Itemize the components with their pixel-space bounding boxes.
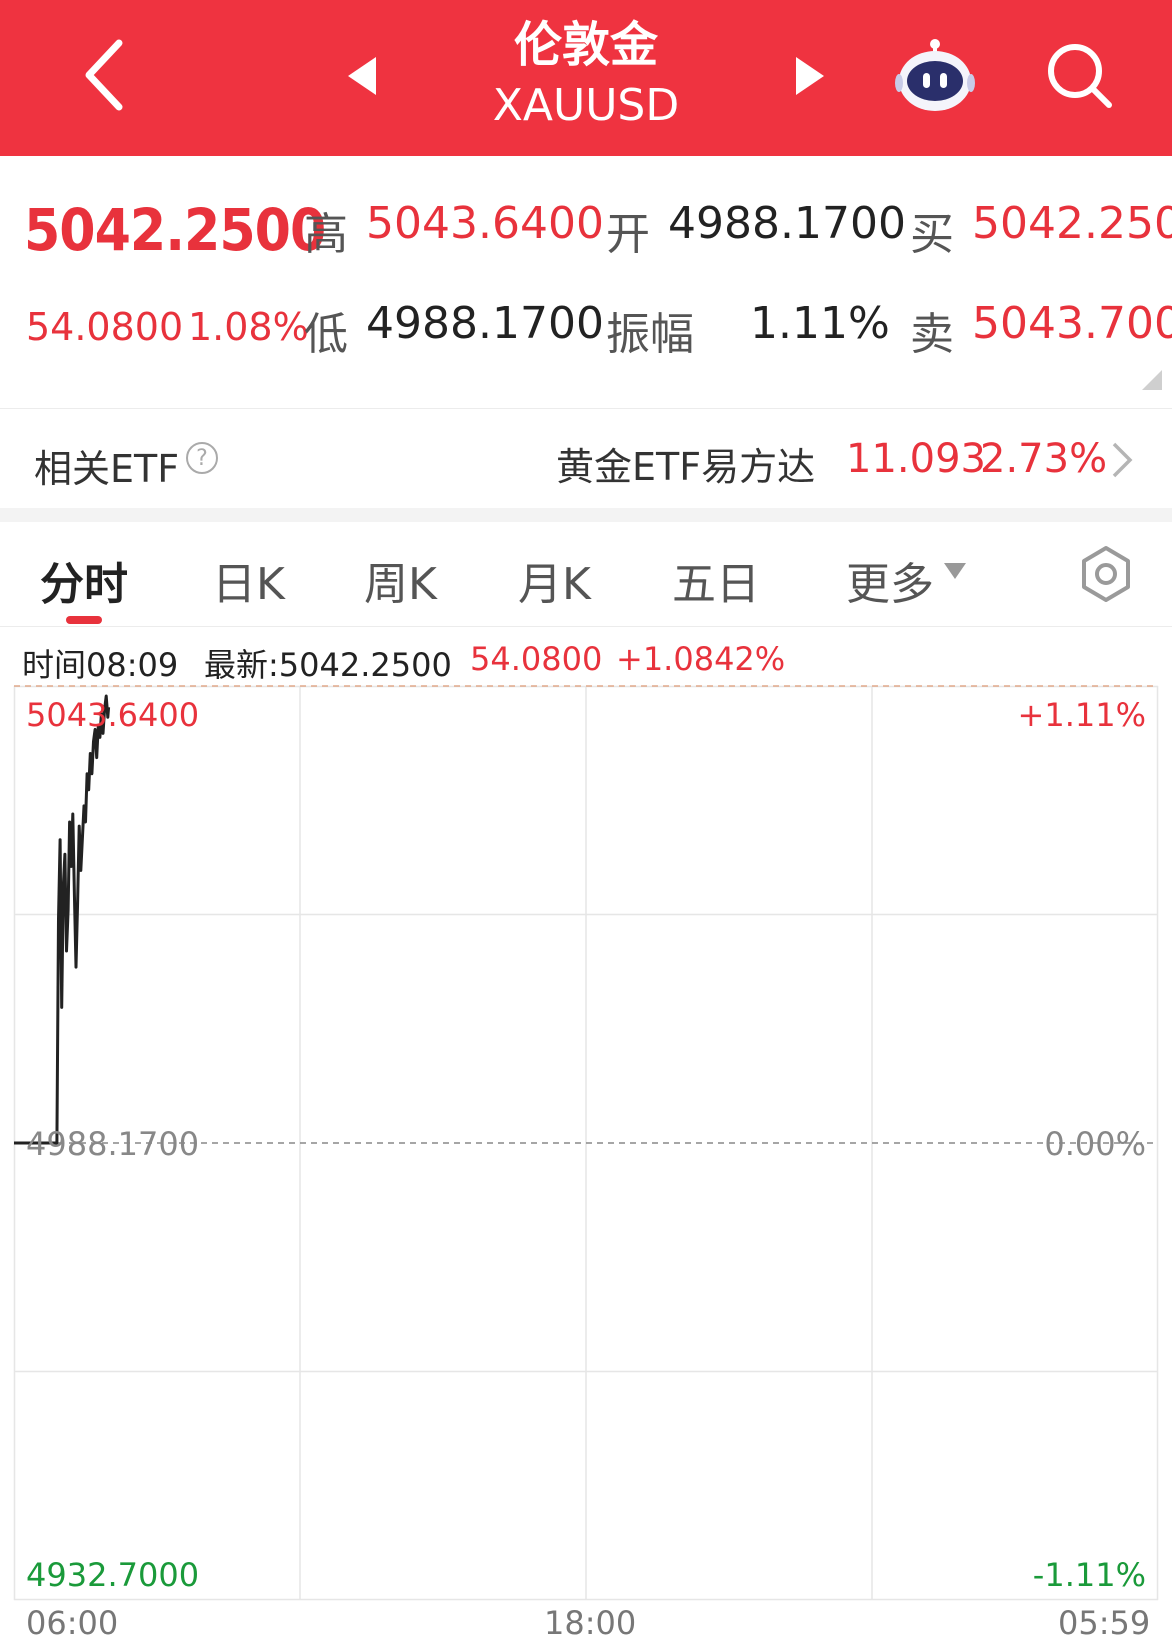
next-instrument-button[interactable] <box>778 44 842 108</box>
active-tab-indicator <box>66 616 102 624</box>
ask-label: 卖 <box>910 309 954 360</box>
previous-instrument-button[interactable] <box>330 44 394 108</box>
y-axis-label-left: 4932.7000 <box>26 1556 199 1594</box>
crosshair-time: 时间08:09 <box>22 646 179 684</box>
related-etf-label: 相关ETF <box>34 447 180 491</box>
expand-corner-handle[interactable] <box>1142 370 1162 390</box>
instrument-title: 伦敦金 XAUUSD <box>386 14 786 136</box>
price-change-percent: 1.08% <box>188 305 309 349</box>
tab-weekly-k[interactable]: 周K <box>364 548 437 612</box>
y-axis-label-right: +1.11% <box>1018 696 1146 734</box>
x-axis-label-mid: 18:00 <box>544 1604 637 1642</box>
help-icon[interactable]: ? <box>186 442 218 474</box>
instrument-code: XAUUSD <box>492 80 680 131</box>
etf-price: 11.093 <box>846 436 986 482</box>
low-value: 4988.1700 <box>366 298 604 349</box>
amplitude-value: 1.11% <box>750 298 890 349</box>
back-button[interactable] <box>60 30 150 120</box>
triangle-left-icon <box>348 57 376 95</box>
title-bar: 伦敦金 XAUUSD <box>0 0 1172 156</box>
x-axis-label-start: 06:00 <box>26 1604 119 1642</box>
divider <box>0 626 1172 627</box>
high-label: 高 <box>304 209 348 260</box>
assistant-button[interactable] <box>888 30 982 124</box>
section-gap <box>0 508 1172 522</box>
tab-daily-k[interactable]: 日K <box>212 548 285 612</box>
amplitude-label: 振幅 <box>606 309 694 360</box>
bid-label: 买 <box>910 209 954 260</box>
price-change: 54.0800 <box>26 305 184 349</box>
open-value: 4988.1700 <box>668 198 906 249</box>
tab-more[interactable]: 更多 <box>846 548 934 612</box>
y-axis-label-left: 4988.1700 <box>26 1125 199 1163</box>
x-axis-label-end: 05:59 <box>1058 1604 1151 1642</box>
crosshair-change: 54.0800 <box>470 640 603 678</box>
settings-icon[interactable] <box>1076 544 1136 604</box>
divider <box>0 408 1172 409</box>
caret-down-icon <box>944 563 966 579</box>
y-axis-label-right: 0.00% <box>1044 1125 1146 1163</box>
crosshair-change-percent: +1.0842% <box>616 640 786 678</box>
chevron-right-icon <box>1112 442 1133 478</box>
triangle-right-icon <box>796 57 824 95</box>
high-value: 5043.6400 <box>366 198 604 249</box>
etf-name: 黄金ETF易方达 <box>556 445 816 489</box>
y-axis-label-left: 5043.6400 <box>26 696 199 734</box>
intraday-chart[interactable]: 5043.6400 4988.1700 4932.7000 +1.11% 0.00% -1… <box>13 685 1159 1601</box>
y-axis-label-right: -1.11% <box>1033 1556 1146 1594</box>
etf-change-percent: 2.73% <box>980 436 1108 482</box>
bid-value: 5042.2500 <box>972 198 1172 249</box>
search-icon <box>1048 44 1112 108</box>
page-title: 伦敦金 <box>513 17 658 73</box>
ask-value: 5043.7000 <box>972 298 1172 349</box>
open-label: 开 <box>606 209 650 260</box>
low-label: 低 <box>304 309 348 360</box>
robot-icon <box>895 39 975 111</box>
last-price: 5042.2500 <box>24 196 326 264</box>
tab-five-day[interactable]: 五日 <box>672 548 760 612</box>
tab-monthly-k[interactable]: 月K <box>518 548 591 612</box>
tab-intraday[interactable]: 分时 <box>40 548 128 612</box>
crosshair-latest-price: 最新:5042.2500 <box>204 646 452 684</box>
search-button[interactable] <box>1034 30 1124 120</box>
price-line <box>14 694 111 1145</box>
chevron-left-icon <box>85 39 123 111</box>
